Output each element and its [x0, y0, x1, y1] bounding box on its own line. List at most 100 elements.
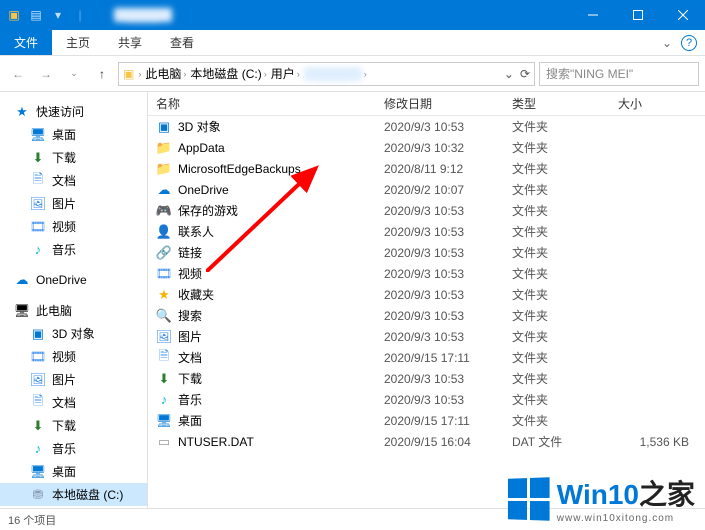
nav-back-button[interactable]: ← — [6, 62, 30, 86]
address-bar[interactable]: ▣ › 此电脑 › 本地磁盘 (C:) › 用户 › ████ › ⌄ ⟳ — [118, 62, 535, 86]
sidebar-videos-2[interactable]: 🎞视频 — [0, 345, 147, 368]
file-row[interactable]: 🖥桌面2020/9/15 17:11文件夹 — [148, 410, 705, 431]
file-date: 2020/9/2 10:07 — [376, 183, 504, 197]
file-row[interactable]: ⬇下载2020/9/3 10:53文件夹 — [148, 368, 705, 389]
status-item-count: 16 个项目 — [8, 512, 56, 528]
sidebar-downloads-2[interactable]: ⬇下载 — [0, 414, 147, 437]
pc-icon: 🖥 — [14, 303, 30, 319]
file-row[interactable]: ▣3D 对象2020/9/3 10:53文件夹 — [148, 116, 705, 137]
file-pane: 名称 修改日期 类型 大小 ▣3D 对象2020/9/3 10:53文件夹📁Ap… — [148, 92, 705, 508]
file-type: 文件夹 — [504, 202, 610, 219]
crumb-user[interactable]: ████ › — [304, 67, 367, 81]
file-type: 文件夹 — [504, 265, 610, 282]
nav-tree[interactable]: ★快速访问 🖥桌面 ⬇下载 🗎文档 🖼图片 🎞视频 ♪音乐 ☁OneDrive … — [0, 92, 148, 508]
chevron-right-icon[interactable]: › — [138, 69, 141, 79]
tab-home[interactable]: 主页 — [52, 30, 104, 55]
sidebar-desktop[interactable]: 🖥桌面 — [0, 123, 147, 146]
file-row[interactable]: 🔗链接2020/9/3 10:53文件夹 — [148, 242, 705, 263]
sidebar-desktop-2[interactable]: 🖥桌面 — [0, 460, 147, 483]
video-icon: 🎞 — [30, 349, 46, 365]
document-icon: 🗎 — [30, 173, 46, 189]
file-row[interactable]: 🎮保存的游戏2020/9/3 10:53文件夹 — [148, 200, 705, 221]
file-name: 视频 — [178, 265, 202, 282]
file-type: 文件夹 — [504, 391, 610, 408]
sidebar-music[interactable]: ♪音乐 — [0, 238, 147, 261]
crumb-users[interactable]: 用户 › — [271, 65, 300, 82]
sidebar-onedrive[interactable]: ☁OneDrive — [0, 269, 147, 291]
col-type[interactable]: 类型 — [504, 95, 610, 112]
file-date: 2020/9/3 10:53 — [376, 330, 504, 344]
addr-dropdown-icon[interactable]: ⌄ — [504, 67, 514, 81]
nav-forward-button[interactable]: → — [34, 62, 58, 86]
sidebar-3d[interactable]: ▣3D 对象 — [0, 322, 147, 345]
sidebar-local-c[interactable]: ⛃本地磁盘 (C:) — [0, 483, 147, 506]
file-type: 文件夹 — [504, 307, 610, 324]
tab-file[interactable]: 文件 — [0, 30, 52, 55]
link-icon: 🔗 — [156, 245, 172, 261]
addr-refresh-icon[interactable]: ⟳ — [520, 67, 530, 81]
crumb-drive[interactable]: 本地磁盘 (C:) › — [190, 65, 266, 82]
ribbon-expand-icon[interactable]: ⌄ — [653, 30, 681, 55]
sidebar-documents[interactable]: 🗎文档 — [0, 169, 147, 192]
sidebar-downloads[interactable]: ⬇下载 — [0, 146, 147, 169]
file-row[interactable]: ☁OneDrive2020/9/2 10:07文件夹 — [148, 179, 705, 200]
cloud-icon: ☁ — [156, 182, 172, 198]
file-row[interactable]: 👤联系人2020/9/3 10:53文件夹 — [148, 221, 705, 242]
crumb-pc[interactable]: 此电脑 › — [145, 65, 186, 82]
file-row[interactable]: 🎞视频2020/9/3 10:53文件夹 — [148, 263, 705, 284]
file-type: 文件夹 — [504, 181, 610, 198]
file-row[interactable]: 🔍搜索2020/9/3 10:53文件夹 — [148, 305, 705, 326]
col-size[interactable]: 大小 — [610, 95, 705, 112]
download-icon: ⬇ — [30, 418, 46, 434]
sidebar-pictures-2[interactable]: 🖼图片 — [0, 368, 147, 391]
file-type: DAT 文件 — [504, 433, 610, 450]
file-date: 2020/9/15 17:11 — [376, 414, 504, 428]
file-type: 文件夹 — [504, 139, 610, 156]
file-name: 文档 — [178, 349, 202, 366]
qat-props-icon[interactable]: ▤ — [28, 7, 44, 23]
search-icon: 🔍 — [156, 308, 172, 324]
download-icon: ⬇ — [156, 371, 172, 387]
star-icon: ★ — [156, 287, 172, 303]
folder-icon: ▣ — [123, 67, 134, 81]
search-input[interactable]: 搜索"NING MEI" — [539, 62, 699, 86]
file-row[interactable]: 🗎文档2020/9/15 17:11文件夹 — [148, 347, 705, 368]
file-name: 联系人 — [178, 223, 214, 240]
tab-view[interactable]: 查看 — [156, 30, 208, 55]
ribbon-tabs: 文件 主页 共享 查看 ⌄ ? — [0, 30, 705, 56]
file-row[interactable]: ★收藏夹2020/9/3 10:53文件夹 — [148, 284, 705, 305]
sidebar-thispc[interactable]: 🖥此电脑 — [0, 299, 147, 322]
file-row[interactable]: 📁AppData2020/9/3 10:32文件夹 — [148, 137, 705, 158]
file-date: 2020/9/15 16:04 — [376, 435, 504, 449]
file-row[interactable]: 🖼图片2020/9/3 10:53文件夹 — [148, 326, 705, 347]
sidebar-documents-2[interactable]: 🗎文档 — [0, 391, 147, 414]
file-list[interactable]: ▣3D 对象2020/9/3 10:53文件夹📁AppData2020/9/3 … — [148, 116, 705, 508]
file-date: 2020/8/11 9:12 — [376, 162, 504, 176]
cube-icon: ▣ — [30, 326, 46, 342]
maximize-button[interactable] — [615, 0, 660, 30]
sidebar-quick-access[interactable]: ★快速访问 — [0, 100, 147, 123]
col-name[interactable]: 名称 — [148, 95, 376, 112]
nav-up-button[interactable]: ↑ — [90, 62, 114, 86]
help-icon[interactable]: ? — [681, 35, 697, 51]
nav-recent-button[interactable]: ⌄ — [62, 62, 86, 86]
file-row[interactable]: ▭NTUSER.DAT2020/9/15 16:04DAT 文件1,536 KB — [148, 431, 705, 452]
star-icon: ★ — [14, 104, 30, 120]
sidebar-videos[interactable]: 🎞视频 — [0, 215, 147, 238]
file-row[interactable]: 📁MicrosoftEdgeBackups2020/8/11 9:12文件夹 — [148, 158, 705, 179]
tab-share[interactable]: 共享 — [104, 30, 156, 55]
qat-new-icon[interactable]: ▾ — [50, 7, 66, 23]
titlebar: ▣ ▤ ▾ | ████ — [0, 0, 705, 30]
sidebar-newvol-e[interactable]: ⛃新加卷 (E:) — [0, 506, 147, 508]
sidebar-pictures[interactable]: 🖼图片 — [0, 192, 147, 215]
file-name: 保存的游戏 — [178, 202, 238, 219]
window-title: ████ — [94, 8, 570, 22]
sidebar-music-2[interactable]: ♪音乐 — [0, 437, 147, 460]
picture-icon: 🖼 — [30, 372, 46, 388]
file-row[interactable]: ♪音乐2020/9/3 10:53文件夹 — [148, 389, 705, 410]
minimize-button[interactable] — [570, 0, 615, 30]
desktop-icon: 🖥 — [30, 127, 46, 143]
close-button[interactable] — [660, 0, 705, 30]
file-date: 2020/9/3 10:53 — [376, 225, 504, 239]
col-modified[interactable]: 修改日期 — [376, 95, 504, 112]
